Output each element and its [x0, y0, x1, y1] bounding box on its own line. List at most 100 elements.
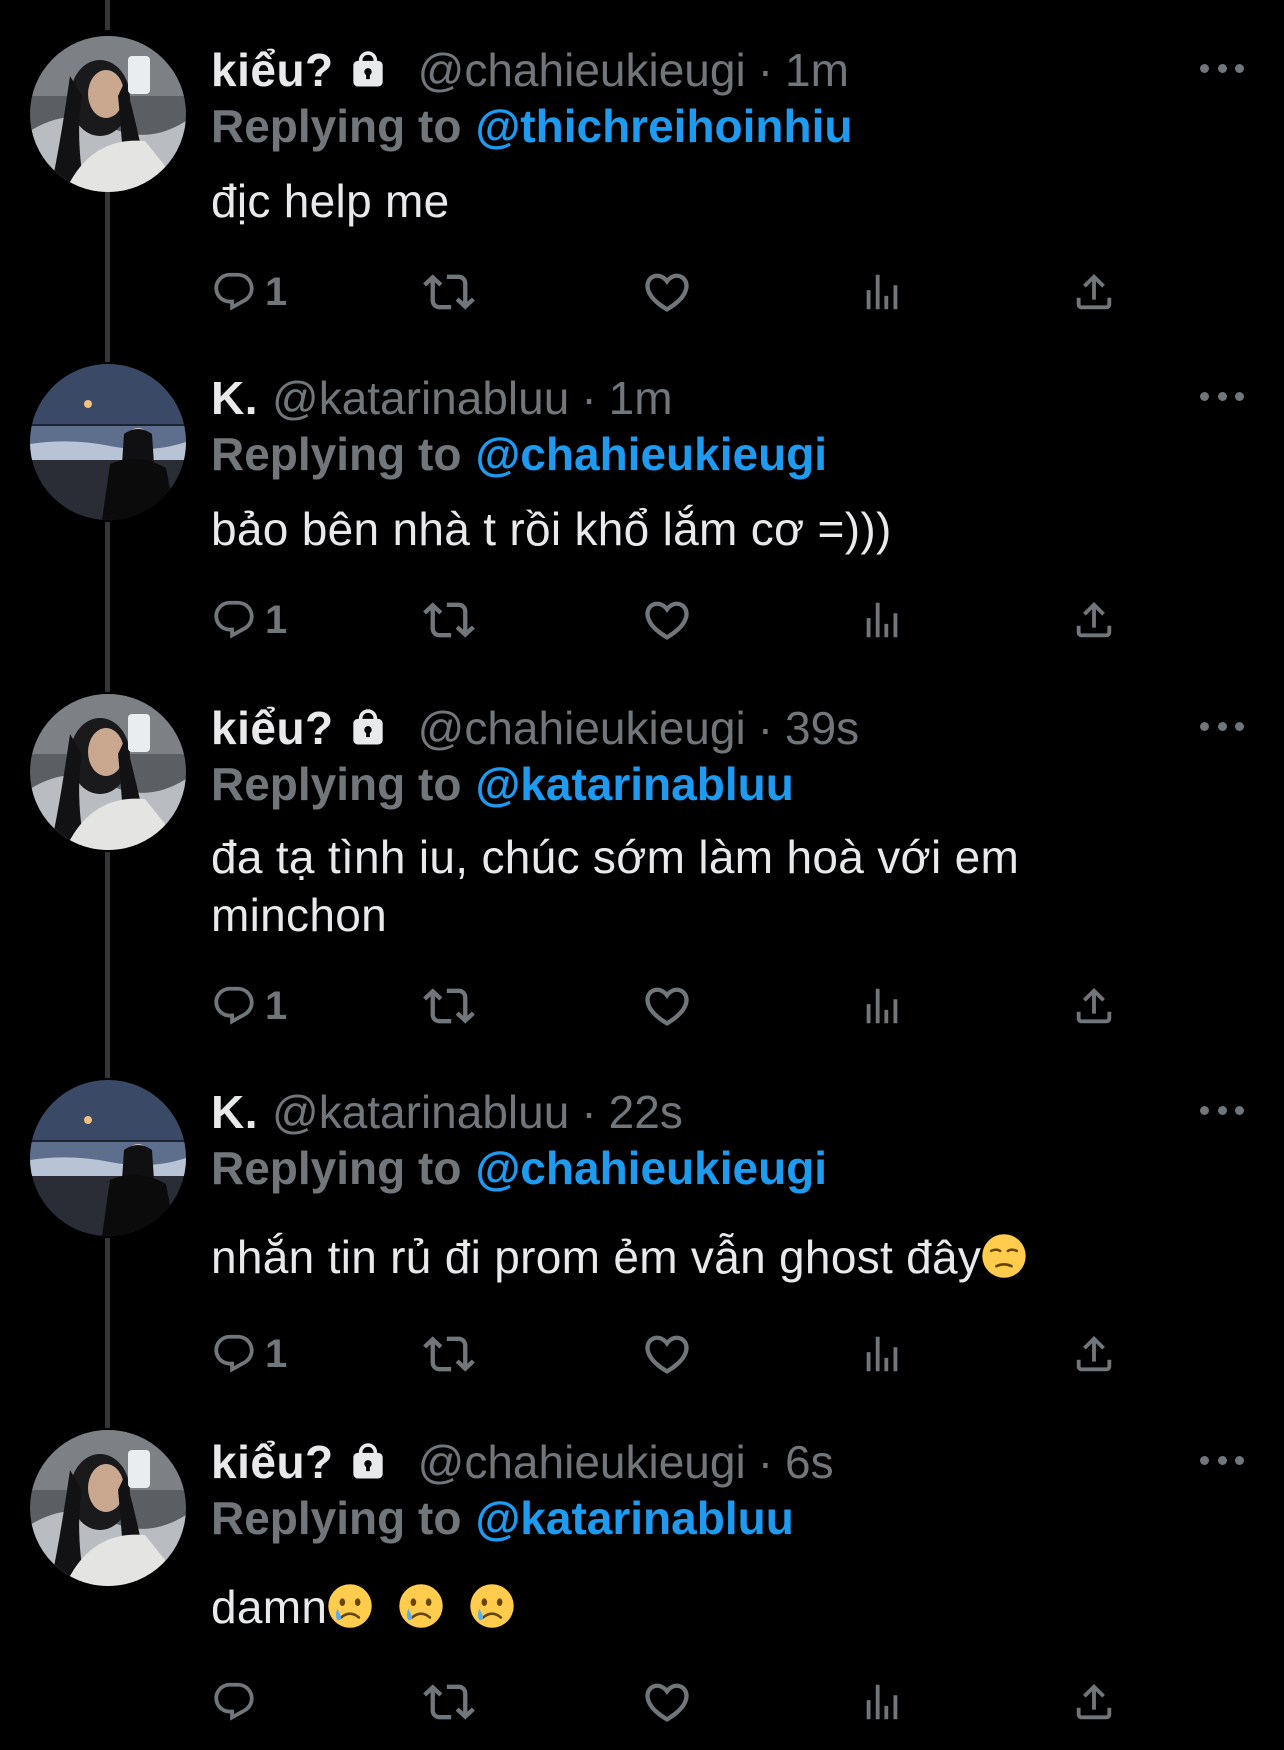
user-handle[interactable]: @katarinabluu — [272, 1084, 569, 1140]
tweet-actions: 1 — [211, 262, 1131, 322]
views-button[interactable] — [859, 1672, 905, 1732]
replying-to-link[interactable]: @katarinabluu — [475, 758, 793, 810]
retweet-button[interactable] — [423, 262, 475, 322]
share-button[interactable] — [1071, 262, 1117, 322]
tweet[interactable]: kiểu? @chahieukieugi · 6s Replying to @ka… — [0, 1394, 1284, 1750]
tweet[interactable]: kiểu? @chahieukieugi · 39s Replying to @k… — [0, 658, 1284, 1044]
separator: · — [581, 1086, 597, 1138]
crying-face-emoji — [469, 1583, 515, 1629]
reply-icon — [211, 269, 257, 315]
tweet-text: bảo bên nhà t rồi khổ lắm cơ =))) — [211, 500, 1171, 558]
views-button[interactable] — [859, 262, 905, 322]
timestamp[interactable]: 1m — [609, 370, 673, 426]
retweet-icon — [423, 1676, 475, 1728]
reply-icon — [211, 1679, 257, 1725]
share-icon — [1071, 1679, 1117, 1725]
like-button[interactable] — [641, 976, 693, 1036]
avatar[interactable] — [30, 694, 186, 850]
lock-icon — [346, 706, 390, 750]
tweet-header: kiểu? @chahieukieugi · 1m — [211, 42, 849, 98]
replying-to-link[interactable]: @chahieukieugi — [475, 428, 827, 480]
tweet-header: K. @katarinabluu · 1m — [211, 370, 673, 426]
tweet[interactable]: K. @katarinabluu · 1m Replying to @chahie… — [0, 328, 1284, 658]
replying-to-link[interactable]: @chahieukieugi — [475, 1142, 827, 1194]
display-name[interactable]: kiểu? — [211, 1434, 334, 1490]
timestamp[interactable]: 39s — [785, 700, 859, 756]
replying-to-link[interactable]: @thichreihoinhiu — [475, 100, 852, 152]
views-button[interactable] — [859, 1324, 905, 1384]
avatar[interactable] — [30, 364, 186, 520]
replying-to-label: Replying to — [211, 1142, 462, 1194]
display-name[interactable]: kiểu? — [211, 700, 334, 756]
tweet-header: kiểu? @chahieukieugi · 6s — [211, 1434, 834, 1490]
share-button[interactable] — [1071, 590, 1117, 650]
avatar[interactable] — [30, 1080, 186, 1236]
reply-button[interactable]: 1 — [211, 976, 287, 1036]
retweet-button[interactable] — [423, 1324, 475, 1384]
retweet-button[interactable] — [423, 590, 475, 650]
more-options-icon[interactable] — [1200, 1100, 1244, 1120]
more-options-icon[interactable] — [1200, 58, 1244, 78]
share-button[interactable] — [1071, 1672, 1117, 1732]
reply-button[interactable] — [211, 1672, 265, 1732]
reply-button[interactable]: 1 — [211, 262, 287, 322]
display-name[interactable]: K. — [211, 1084, 258, 1140]
tweet-text: nhắn tin rủ đi prom ẻm vẫn ghost đây — [211, 1228, 1171, 1286]
tweet-text-line: nhắn tin rủ đi prom ẻm vẫn ghost đây — [211, 1231, 982, 1283]
replying-to-label: Replying to — [211, 758, 462, 810]
timestamp[interactable]: 22s — [609, 1084, 683, 1140]
like-button[interactable] — [641, 1672, 693, 1732]
avatar[interactable] — [30, 36, 186, 192]
tweet[interactable]: kiểu? @chahieukieugi · 1m Replying to @th… — [0, 0, 1284, 328]
user-handle[interactable]: @chahieukieugi — [418, 42, 746, 98]
views-button[interactable] — [859, 590, 905, 650]
more-options-icon[interactable] — [1200, 1450, 1244, 1470]
tweet-text-line: đa tạ tình iu, chúc sớm làm hoà với em — [211, 831, 1020, 883]
reply-button[interactable]: 1 — [211, 590, 287, 650]
retweet-button[interactable] — [423, 976, 475, 1036]
replying-to-label: Replying to — [211, 100, 462, 152]
replying-to: Replying to @katarinabluu — [211, 756, 794, 812]
tweet-header: K. @katarinabluu · 22s — [211, 1084, 683, 1140]
tweet-text: đa tạ tình iu, chúc sớm làm hoà với em m… — [211, 828, 1171, 944]
reply-count: 1 — [265, 1331, 288, 1376]
reply-count: 1 — [265, 597, 288, 642]
tweet-header: kiểu? @chahieukieugi · 39s — [211, 700, 859, 756]
reply-button[interactable]: 1 — [211, 1324, 287, 1384]
tweet-actions: 1 — [211, 590, 1131, 650]
reply-icon — [211, 983, 257, 1029]
display-name[interactable]: K. — [211, 370, 258, 426]
avatar[interactable] — [30, 1430, 186, 1586]
crying-face-emoji — [398, 1583, 444, 1629]
like-icon — [641, 266, 693, 318]
replying-to-link[interactable]: @katarinabluu — [475, 1492, 793, 1544]
retweet-button[interactable] — [423, 1672, 475, 1732]
replying-to: Replying to @katarinabluu — [211, 1490, 794, 1546]
views-button[interactable] — [859, 976, 905, 1036]
like-button[interactable] — [641, 590, 693, 650]
user-handle[interactable]: @chahieukieugi — [418, 700, 746, 756]
reply-icon — [211, 597, 257, 643]
share-button[interactable] — [1071, 1324, 1117, 1384]
timestamp[interactable]: 6s — [785, 1434, 834, 1490]
retweet-icon — [423, 1328, 475, 1380]
user-handle[interactable]: @chahieukieugi — [418, 1434, 746, 1490]
more-options-icon[interactable] — [1200, 386, 1244, 406]
like-button[interactable] — [641, 1324, 693, 1384]
views-icon — [859, 1679, 905, 1725]
more-options-icon[interactable] — [1200, 716, 1244, 736]
replying-to-label: Replying to — [211, 428, 462, 480]
share-button[interactable] — [1071, 976, 1117, 1036]
timestamp[interactable]: 1m — [785, 42, 849, 98]
views-icon — [859, 983, 905, 1029]
like-button[interactable] — [641, 262, 693, 322]
like-icon — [641, 980, 693, 1032]
tweet[interactable]: K. @katarinabluu · 22s Replying to @chahi… — [0, 1044, 1284, 1394]
user-handle[interactable]: @katarinabluu — [272, 370, 569, 426]
lock-icon — [346, 1440, 390, 1484]
tweet-text: địc help me — [211, 172, 1171, 230]
display-name[interactable]: kiểu? — [211, 42, 334, 98]
tweet-text-line: địc help me — [211, 175, 450, 227]
tweet-actions: 1 — [211, 976, 1131, 1036]
views-icon — [859, 1331, 905, 1377]
